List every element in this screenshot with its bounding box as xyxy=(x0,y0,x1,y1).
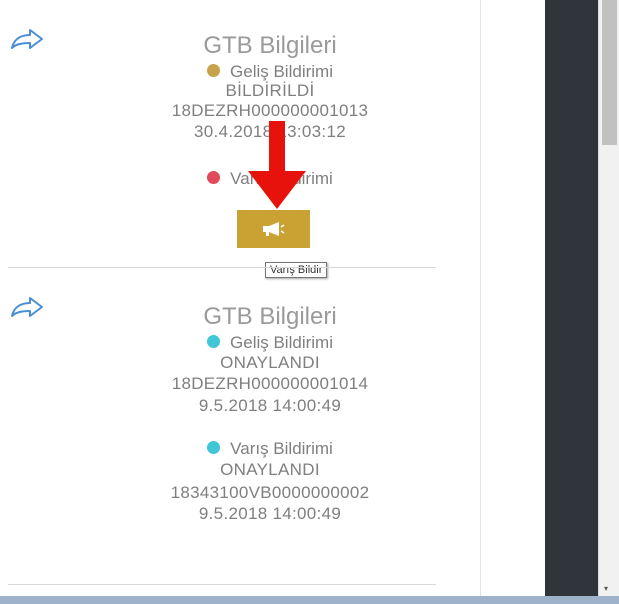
gelis-code: 18DEZRH000000001014 xyxy=(171,374,369,393)
gelis-code: 18DEZRH000000001013 xyxy=(171,101,369,120)
scrollbar-thumb[interactable] xyxy=(602,0,617,145)
bottom-bar xyxy=(0,596,619,604)
varis-status: ONAYLANDI xyxy=(220,460,320,479)
status-dot xyxy=(207,335,221,349)
gtb-title: GTB Bilgileri xyxy=(203,303,337,330)
divider xyxy=(8,584,436,585)
gelis-bildirimi-row: Geliş Bildirimi xyxy=(100,333,440,353)
status-dot xyxy=(207,171,221,185)
gelis-bildirimi-row: Geliş Bildirimi xyxy=(100,62,440,82)
status-dot xyxy=(207,441,221,455)
scroll-down-icon[interactable]: ▾ xyxy=(604,584,608,594)
megaphone-icon xyxy=(263,222,285,236)
status-dot xyxy=(207,64,221,78)
share-arrow-icon[interactable] xyxy=(10,296,44,320)
gelis-label: Geliş Bildirimi xyxy=(230,62,333,81)
dark-sidebar xyxy=(545,0,598,596)
gelis-status: BİLDİRİLDİ xyxy=(225,81,315,100)
varis-bildirimi-row: Varış Bildirimi xyxy=(100,439,440,459)
varis-bildir-button[interactable] xyxy=(237,210,310,248)
spacer xyxy=(481,0,545,596)
gelis-datetime: 9.5.2018 14:00:49 xyxy=(198,396,342,415)
varis-code: 18343100VB0000000002 xyxy=(170,483,370,502)
varis-label: Varış Bildirimi xyxy=(230,439,333,458)
tooltip: Varış Bildir xyxy=(265,262,328,278)
gtb-title: GTB Bilgileri xyxy=(203,32,337,59)
varis-datetime: 9.5.2018 14:00:49 xyxy=(198,504,342,523)
gelis-status: ONAYLANDI xyxy=(220,353,320,372)
gelis-label: Geliş Bildirimi xyxy=(230,333,333,352)
annotation-arrow-icon xyxy=(248,121,306,209)
gtb-panel: GTB Bilgileri Geliş Bildirimi BİLDİRİLDİ… xyxy=(0,0,480,596)
share-arrow-icon[interactable] xyxy=(10,28,44,52)
divider xyxy=(8,267,436,268)
